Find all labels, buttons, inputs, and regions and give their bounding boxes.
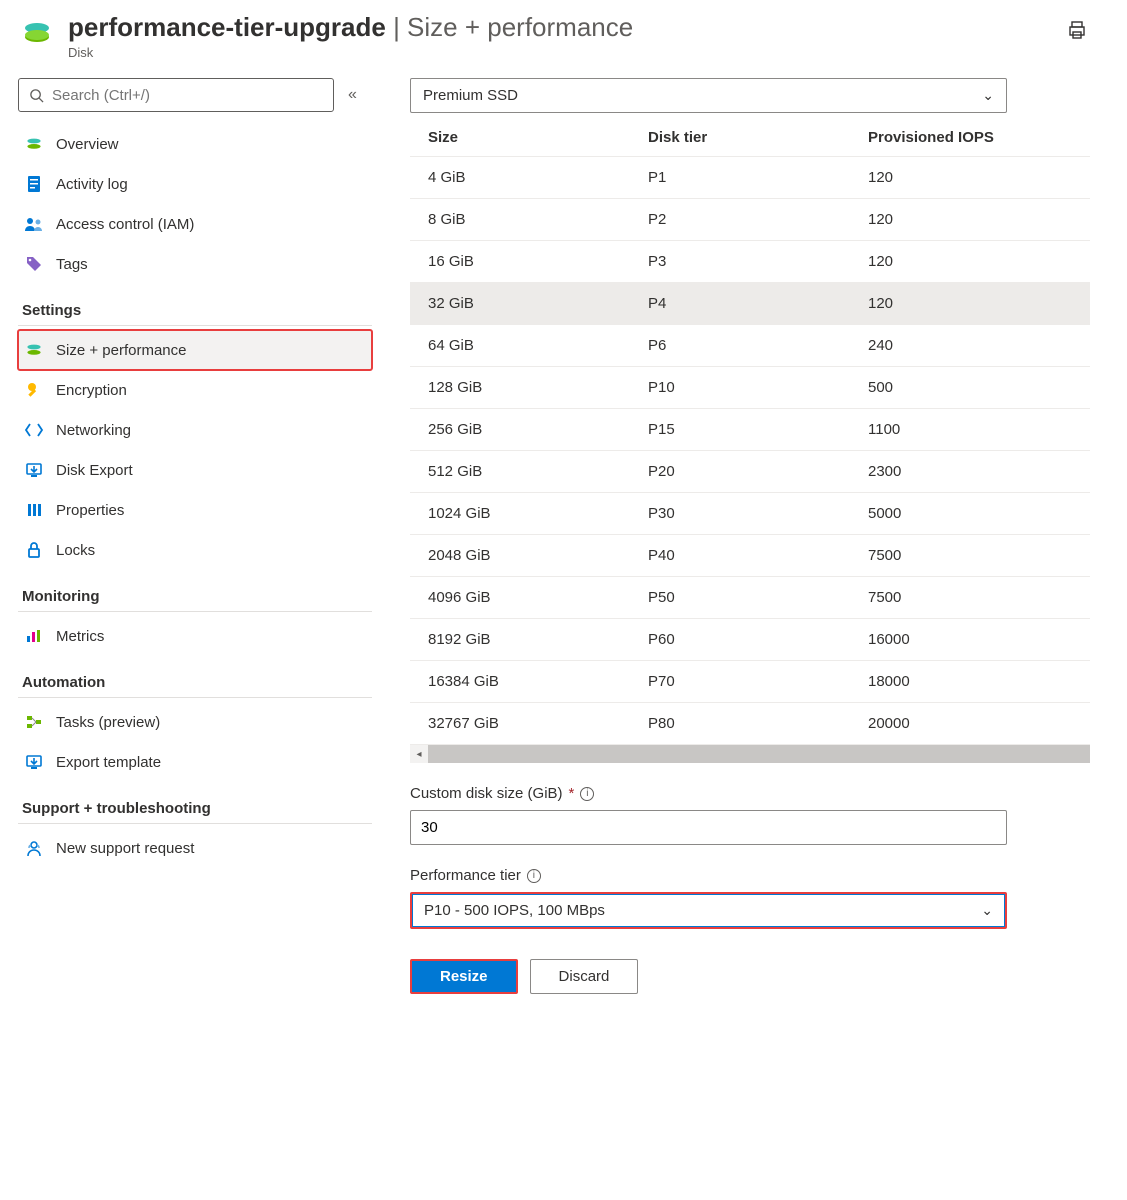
horizontal-scrollbar[interactable]: ◂	[410, 745, 1090, 763]
chevron-down-icon: ⌄	[982, 87, 994, 104]
sidebar-item-label: Tags	[56, 256, 88, 273]
custom-disk-size-input[interactable]	[410, 810, 1007, 845]
sidebar-item-export-template[interactable]: Export template	[18, 742, 372, 782]
custom-disk-size-field: Custom disk size (GiB) * i	[410, 785, 1007, 845]
sidebar: « Overview Activity log Access control (IA…	[0, 68, 390, 1024]
info-icon[interactable]: i	[580, 787, 594, 801]
sidebar-item-label: Access control (IAM)	[56, 216, 194, 233]
table-row[interactable]: 2048 GiBP407500	[410, 535, 1090, 577]
networking-icon	[24, 420, 44, 440]
encryption-icon	[24, 380, 44, 400]
performance-tier-dropdown[interactable]: P10 - 500 IOPS, 100 MBps ⌄	[410, 892, 1007, 929]
access-control-iam-icon	[24, 214, 44, 234]
size-performance-icon	[24, 340, 44, 360]
print-icon[interactable]	[1067, 20, 1087, 40]
sidebar-item-label: Metrics	[56, 628, 104, 645]
sidebar-item-label: Disk Export	[56, 462, 133, 479]
collapse-sidebar-icon[interactable]: «	[348, 86, 357, 104]
locks-icon	[24, 540, 44, 560]
table-row[interactable]: 16 GiBP3120	[410, 241, 1090, 283]
table-row[interactable]: 128 GiBP10500	[410, 367, 1090, 409]
table-row[interactable]: 64 GiBP6240	[410, 325, 1090, 367]
sidebar-section-support-troubleshooting: Support + troubleshooting	[18, 782, 372, 824]
scroll-left-icon[interactable]: ◂	[410, 745, 428, 763]
disk-size-table: Size Disk tier Provisioned IOPS 4 GiBP11…	[410, 119, 1090, 745]
sidebar-item-networking[interactable]: Networking	[18, 410, 372, 450]
metrics-icon	[24, 626, 44, 646]
info-icon[interactable]: i	[527, 869, 541, 883]
sidebar-item-metrics[interactable]: Metrics	[18, 616, 372, 656]
overview-icon	[24, 134, 44, 154]
sidebar-item-activity-log[interactable]: Activity log	[18, 164, 372, 204]
sidebar-item-label: Locks	[56, 542, 95, 559]
table-row[interactable]: 8192 GiBP6016000	[410, 619, 1090, 661]
disk-icon	[20, 16, 54, 50]
table-row[interactable]: 4 GiBP1120	[410, 157, 1090, 199]
search-input[interactable]	[18, 78, 334, 112]
discard-button[interactable]: Discard	[530, 959, 639, 994]
page-header: performance-tier-upgrade | Size + perfor…	[0, 0, 1127, 68]
sidebar-item-label: Networking	[56, 422, 131, 439]
sidebar-item-tasks-preview[interactable]: Tasks (preview)	[18, 702, 372, 742]
main-content: Premium SSD ⌄ Size Disk tier Provisioned…	[390, 68, 1127, 1024]
disk-export-icon	[24, 460, 44, 480]
table-row[interactable]: 1024 GiBP305000	[410, 493, 1090, 535]
sidebar-section-monitoring: Monitoring	[18, 570, 372, 612]
tasks-preview-icon	[24, 712, 44, 732]
performance-tier-field: Performance tier i P10 - 500 IOPS, 100 M…	[410, 867, 1007, 929]
table-row[interactable]: 4096 GiBP507500	[410, 577, 1090, 619]
sidebar-item-disk-export[interactable]: Disk Export	[18, 450, 372, 490]
page-title: performance-tier-upgrade | Size + perfor…	[68, 12, 1053, 43]
sidebar-item-label: Size + performance	[56, 342, 186, 359]
sidebar-item-new-support-request[interactable]: New support request	[18, 828, 372, 868]
sidebar-item-access-control-iam[interactable]: Access control (IAM)	[18, 204, 372, 244]
chevron-down-icon: ⌄	[981, 902, 993, 919]
table-row[interactable]: 512 GiBP202300	[410, 451, 1090, 493]
sidebar-item-encryption[interactable]: Encryption	[18, 370, 372, 410]
export-template-icon	[24, 752, 44, 772]
sidebar-item-label: Activity log	[56, 176, 128, 193]
search-icon	[29, 88, 44, 103]
table-row[interactable]: 256 GiBP151100	[410, 409, 1090, 451]
sidebar-section-settings: Settings	[18, 284, 372, 326]
sidebar-item-tags[interactable]: Tags	[18, 244, 372, 284]
table-row[interactable]: 8 GiBP2120	[410, 199, 1090, 241]
sidebar-item-properties[interactable]: Properties	[18, 490, 372, 530]
sidebar-item-label: New support request	[56, 840, 194, 857]
table-row[interactable]: 32 GiBP4120	[410, 283, 1090, 325]
properties-icon	[24, 500, 44, 520]
sidebar-item-locks[interactable]: Locks	[18, 530, 372, 570]
section-name: Size + performance	[407, 12, 633, 42]
resource-type: Disk	[68, 45, 1053, 60]
table-row[interactable]: 32767 GiBP8020000	[410, 703, 1090, 745]
sidebar-item-label: Export template	[56, 754, 161, 771]
sidebar-section-automation: Automation	[18, 656, 372, 698]
sku-dropdown[interactable]: Premium SSD ⌄	[410, 78, 1007, 113]
sidebar-item-label: Tasks (preview)	[56, 714, 160, 731]
resource-name: performance-tier-upgrade	[68, 12, 386, 42]
table-row[interactable]: 16384 GiBP7018000	[410, 661, 1090, 703]
activity-log-icon	[24, 174, 44, 194]
sidebar-item-overview[interactable]: Overview	[18, 124, 372, 164]
resize-button[interactable]: Resize	[410, 959, 518, 994]
sidebar-item-label: Properties	[56, 502, 124, 519]
sidebar-item-size-performance[interactable]: Size + performance	[18, 330, 372, 370]
sidebar-item-label: Overview	[56, 136, 119, 153]
sidebar-item-label: Encryption	[56, 382, 127, 399]
new-support-request-icon	[24, 838, 44, 858]
table-header: Size Disk tier Provisioned IOPS	[410, 119, 1090, 157]
tags-icon	[24, 254, 44, 274]
